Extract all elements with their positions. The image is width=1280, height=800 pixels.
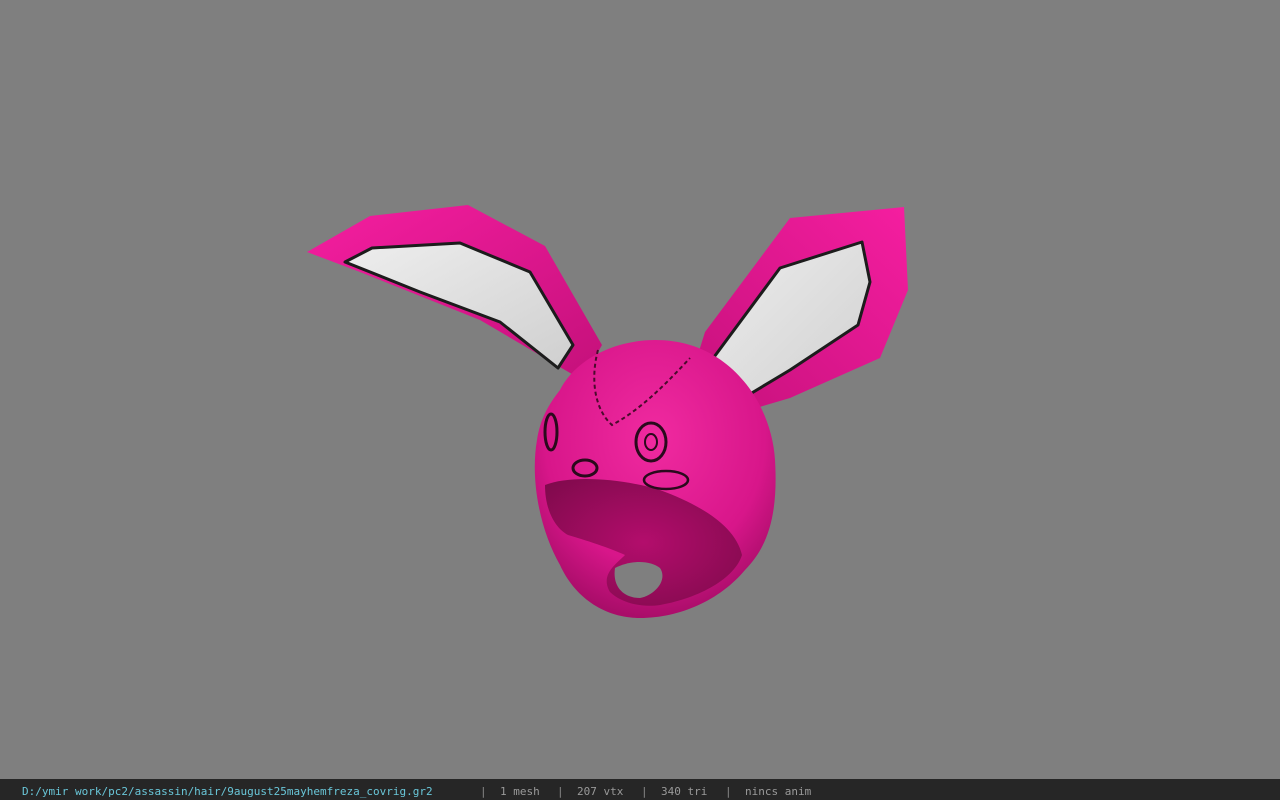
- status-separator: |: [480, 785, 487, 798]
- anim-status: nincs anim: [745, 785, 812, 798]
- vertex-count: 207 vtx: [577, 785, 624, 798]
- status-separator: |: [557, 785, 564, 798]
- bunny-head: [534, 340, 776, 618]
- file-path: D:/ymir work/pc2/assassin/hair/9august25…: [22, 785, 433, 798]
- status-bar: D:/ymir work/pc2/assassin/hair/9august25…: [0, 779, 1280, 800]
- status-separator: |: [641, 785, 648, 798]
- status-separator: |: [725, 785, 732, 798]
- mesh-count: 1 mesh: [500, 785, 540, 798]
- triangle-count: 340 tri: [661, 785, 708, 798]
- model-render[interactable]: [0, 0, 1280, 779]
- 3d-viewport[interactable]: [0, 0, 1280, 779]
- left-ear: [307, 205, 602, 380]
